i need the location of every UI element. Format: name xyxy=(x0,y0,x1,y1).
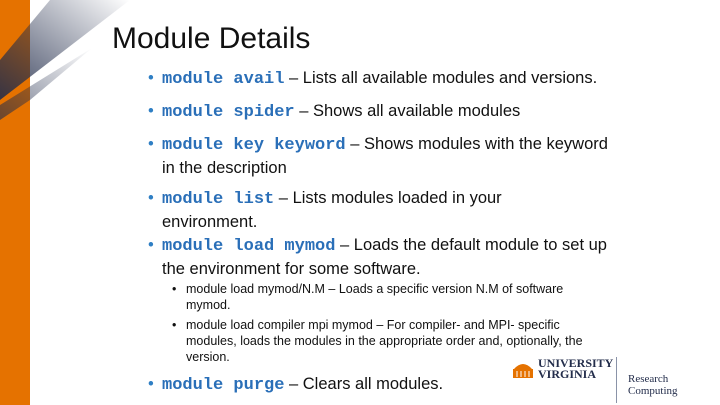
research-computing-label: Research Computing xyxy=(628,373,678,397)
bullet-module-avail: • module avail – Lists all available modu… xyxy=(148,69,598,89)
rotunda-icon xyxy=(513,364,533,378)
bullet-module-key: • module key keyword – Shows modules with… xyxy=(148,135,608,177)
subbullet-load-version: • module load mymod/N.M – Loads a specifi… xyxy=(172,282,564,312)
logo-divider xyxy=(616,357,617,403)
bullet-module-load: • module load mymod – Loads the default m… xyxy=(148,236,607,278)
bullet-module-spider: • module spider – Shows all available mod… xyxy=(148,102,521,122)
uva-logo: UNIVERSITY VIRGINIA xyxy=(512,357,613,380)
slide-title: Module Details xyxy=(112,22,311,55)
bullet-module-list: • module list – Lists modules loaded in y… xyxy=(148,189,502,231)
diagonal-stripes-decoration xyxy=(0,0,130,120)
